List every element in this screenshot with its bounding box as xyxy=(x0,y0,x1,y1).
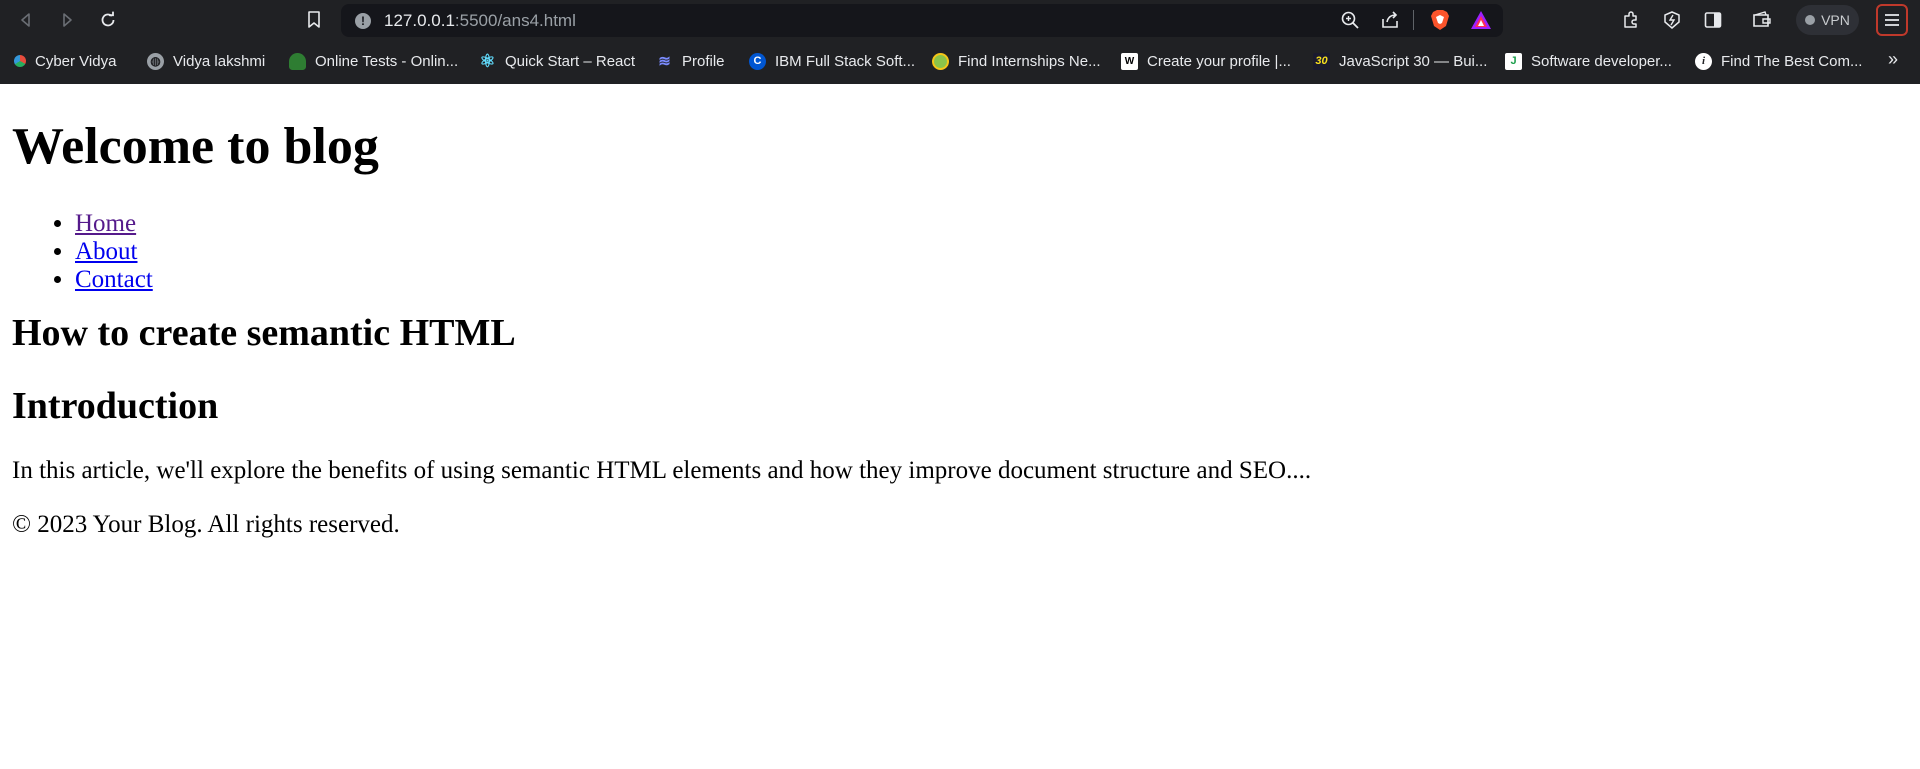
page-content: Welcome to blog Home About Contact How t… xyxy=(12,84,1902,540)
back-arrow-icon[interactable] xyxy=(12,6,40,34)
bookmark-label: JavaScript 30 — Bui... xyxy=(1339,52,1488,70)
bookmark-label: Profile xyxy=(682,52,725,70)
bookmark-item[interactable]: W Create your profile |... xyxy=(1121,49,1291,73)
toolbar-separator xyxy=(1413,10,1414,30)
share-icon[interactable] xyxy=(1376,6,1404,34)
nav-link-home[interactable]: Home xyxy=(75,210,136,237)
bookmark-label: Find The Best Com... xyxy=(1721,52,1863,70)
bookmark-item[interactable]: Online Tests - Onlin... xyxy=(289,49,458,73)
nav-item: Home xyxy=(75,210,1902,238)
forward-arrow-icon[interactable] xyxy=(53,6,81,34)
section-text: In this article, we'll explore the benef… xyxy=(12,457,1312,485)
brave-shield-icon[interactable] xyxy=(1426,6,1454,34)
footer-text: © 2023 Your Blog. All rights reserved. xyxy=(12,510,400,538)
wallet-icon[interactable] xyxy=(1748,6,1776,34)
vpn-label: VPN xyxy=(1821,12,1850,28)
nav-list: Home About Contact xyxy=(12,210,1902,294)
bookmark-item[interactable]: J Software developer... xyxy=(1505,49,1672,73)
url-host: 127.0.0.1 xyxy=(384,11,455,30)
bookmark-label: Vidya lakshmi xyxy=(173,52,266,70)
internship-favicon-icon xyxy=(932,52,949,70)
article-title: How to create semantic HTML xyxy=(12,311,516,354)
bookmarks-overflow-button[interactable]: » xyxy=(1888,49,1898,70)
vpn-status-icon xyxy=(1805,15,1816,25)
bookmark-item[interactable]: C IBM Full Stack Soft... xyxy=(749,49,915,73)
brave-rewards-icon[interactable] xyxy=(1467,6,1495,34)
bookmark-item[interactable]: Find Internships Ne... xyxy=(932,49,1101,73)
browser-chrome: ! 127.0.0.1:5500/ans4.html VPN Cyber Vid… xyxy=(0,0,1920,84)
site-info-icon[interactable]: ! xyxy=(355,13,371,29)
site-nav: Home About Contact xyxy=(12,210,1902,294)
info-icon: i xyxy=(1695,52,1712,70)
bookmark-item[interactable]: ≋ Profile xyxy=(656,49,725,73)
bookmark-label: Online Tests - Onlin... xyxy=(315,52,459,70)
browser-toolbar: ! 127.0.0.1:5500/ans4.html VPN xyxy=(0,0,1920,41)
create-profile-favicon-icon: W xyxy=(1121,52,1138,70)
menu-icon[interactable] xyxy=(1876,4,1908,36)
react-icon: ⚛ xyxy=(479,50,496,71)
javascript30-favicon-icon: 30 xyxy=(1313,52,1330,70)
nav-link-about[interactable]: About xyxy=(75,238,138,265)
nav-item: Contact xyxy=(75,266,1902,294)
profile-favicon-icon: ≋ xyxy=(658,53,671,70)
bookmark-label: Software developer... xyxy=(1531,52,1672,70)
bookmark-item[interactable]: 30 JavaScript 30 — Bui... xyxy=(1313,49,1487,73)
bookmark-label: Find Internships Ne... xyxy=(958,52,1101,70)
vpn-button[interactable]: VPN xyxy=(1796,5,1859,35)
nav-link-contact[interactable]: Contact xyxy=(75,266,153,293)
bookmark-label: Quick Start – React xyxy=(505,52,636,70)
cyber-vidya-favicon-icon xyxy=(14,55,26,67)
globe-icon: ◍ xyxy=(147,52,164,70)
nav-item: About xyxy=(75,238,1902,266)
bookmark-item[interactable]: Cyber Vidya xyxy=(14,49,116,73)
bookmark-label: IBM Full Stack Soft... xyxy=(775,52,916,70)
software-developer-favicon-icon: J xyxy=(1505,52,1522,70)
url-text[interactable]: 127.0.0.1:5500/ans4.html xyxy=(384,11,576,31)
reload-icon[interactable] xyxy=(94,6,122,34)
leo-icon[interactable] xyxy=(1658,6,1686,34)
bookmarks-bar: Cyber Vidya ◍ Vidya lakshmi Online Tests… xyxy=(0,45,1920,77)
page-title: Welcome to blog xyxy=(12,118,379,175)
bookmark-icon[interactable] xyxy=(300,6,328,34)
section-title: Introduction xyxy=(12,385,219,428)
online-tests-favicon-icon xyxy=(289,52,306,70)
address-bar[interactable]: ! 127.0.0.1:5500/ans4.html xyxy=(341,4,1503,37)
zoom-icon[interactable] xyxy=(1336,6,1364,34)
coursera-icon: C xyxy=(749,52,766,70)
bookmark-item[interactable]: ⚛ Quick Start – React xyxy=(479,49,635,73)
url-path: :5500/ans4.html xyxy=(454,11,576,30)
bookmark-label: Cyber Vidya xyxy=(35,52,117,70)
bookmark-item[interactable]: i Find The Best Com... xyxy=(1695,49,1862,73)
sidebar-icon[interactable] xyxy=(1699,6,1727,34)
extensions-icon[interactable] xyxy=(1617,6,1645,34)
bookmark-label: Create your profile |... xyxy=(1147,52,1291,70)
bookmark-item[interactable]: ◍ Vidya lakshmi xyxy=(147,49,265,73)
